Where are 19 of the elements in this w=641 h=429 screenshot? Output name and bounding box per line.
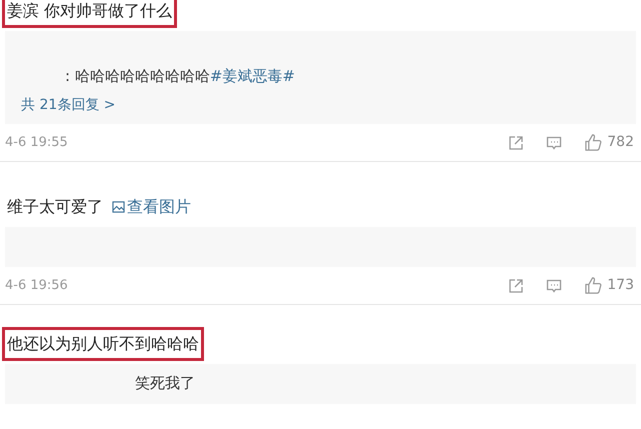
share-icon[interactable] <box>508 278 524 294</box>
thumbs-up-icon[interactable] <box>584 133 604 152</box>
like-count: 782 <box>607 133 634 152</box>
comment-text: 他还以为别人听不到哈哈哈 <box>2 327 204 361</box>
reply-text: : 哈哈哈哈哈哈哈哈哈#姜斌恶毒# <box>64 66 296 87</box>
comment-text: 维子太可爱了 <box>6 196 104 218</box>
hashtag-link[interactable]: #姜斌恶毒# <box>210 67 295 85</box>
reply-text: 笑死我了 <box>134 373 196 394</box>
share-icon[interactable] <box>508 134 524 150</box>
like-count: 173 <box>607 276 634 295</box>
comment-text: 姜滨 你对帅哥做了什么 <box>2 0 178 28</box>
thumbs-up-icon[interactable] <box>584 276 604 295</box>
view-image-link[interactable]: 查看图片 <box>112 195 191 219</box>
comment-icon[interactable] <box>546 134 562 150</box>
comment-icon[interactable] <box>546 278 562 294</box>
image-icon <box>112 201 125 213</box>
timestamp: 4-6 19:55 <box>5 134 68 152</box>
reply-count-link[interactable]: 共 21条回复 > <box>15 95 626 116</box>
timestamp: 4-6 19:56 <box>5 276 68 295</box>
